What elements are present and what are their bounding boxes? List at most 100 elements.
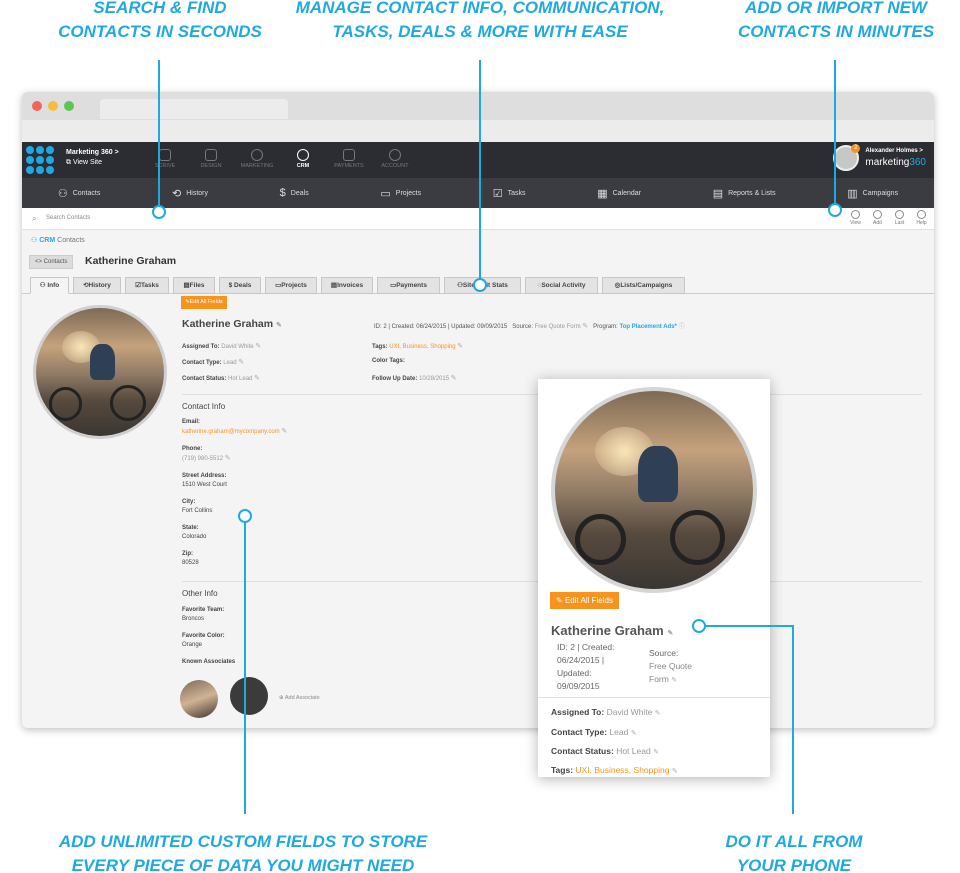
pencil-icon[interactable]: ✎ [457, 343, 463, 350]
email-value[interactable]: katherine.graham@mycompany.com [182, 429, 280, 435]
browser-tab[interactable] [100, 99, 288, 119]
tab-deals[interactable]: $ Deals [219, 277, 261, 294]
brand-wordmark: marketing360 [865, 157, 926, 168]
module-calendar[interactable]: ▦ Calendar [597, 187, 641, 200]
tab-social-activity[interactable]: ◌Social Activity [525, 277, 598, 294]
edit-all-fields-button[interactable]: ✎Edit All Fields [181, 296, 227, 309]
site-name: Marketing 360 > [66, 149, 119, 156]
search-input[interactable]: Search Contacts [46, 215, 90, 221]
campaign-icon: ▥ [847, 187, 858, 200]
profile-name: Katherine Graham ✎ [182, 318, 282, 330]
app-payments[interactable]: PAYMENTS [326, 146, 372, 169]
assigned-to-value[interactable]: David White [221, 344, 253, 350]
pencil-icon[interactable]: ✎ [667, 630, 673, 637]
add-button[interactable]: Add [871, 210, 884, 226]
callout-connector [158, 60, 160, 210]
tab-info[interactable]: ⚇ Info [30, 277, 69, 294]
plus-icon: ⊕ [279, 695, 284, 701]
other-info-heading: Other Info [182, 589, 218, 598]
pencil-icon[interactable]: ✎ [254, 375, 260, 382]
phone-value[interactable]: (719) 980-5512 [182, 456, 223, 462]
view-button[interactable]: View [849, 210, 862, 226]
user-avatar[interactable]: 2 [833, 144, 861, 171]
view-site-link[interactable]: View Site [73, 159, 102, 166]
associate-avatar[interactable] [230, 677, 268, 715]
notification-badge[interactable]: 2 [851, 144, 861, 153]
edit-all-fields-button-mobile[interactable]: ✎ Edit All Fields [550, 592, 619, 609]
contact-status-value[interactable]: Hot Lead [228, 376, 252, 382]
last-button[interactable]: Last [893, 210, 906, 226]
tab-history[interactable]: ⟲History [73, 277, 121, 294]
pencil-icon[interactable]: ✎ [255, 343, 261, 350]
callout-connector [834, 60, 836, 205]
user-menu[interactable]: 2 Alexander Holmes > marketing360 [833, 144, 926, 171]
add-icon [873, 210, 882, 219]
pencil-icon[interactable]: ✎ [451, 375, 457, 382]
app-scrive[interactable]: SCRIVE [142, 146, 188, 169]
associate-avatar[interactable] [180, 680, 218, 718]
user-name[interactable]: Alexander Holmes > [865, 148, 923, 154]
pencil-icon[interactable]: ✎ [672, 768, 678, 775]
callout-search: SEARCH & FIND CONTACTS IN SECONDS [44, 0, 276, 44]
program-value[interactable]: Top Placement Ads* [620, 324, 677, 330]
callout-connector [705, 625, 794, 627]
pencil-icon[interactable]: ✎ [671, 677, 677, 684]
module-reports[interactable]: ▤ Reports & Lists [713, 187, 776, 200]
follow-up-value[interactable]: 10/28/2015 [419, 376, 449, 382]
maximize-dot-icon[interactable] [64, 101, 74, 111]
back-to-contacts-button[interactable]: <> Contacts [29, 255, 74, 269]
info-icon[interactable]: ⓘ [679, 324, 685, 330]
search-icon[interactable]: ⌕ [32, 214, 36, 224]
site-switcher[interactable]: Marketing 360 > ⧉ View Site [66, 148, 119, 168]
tab-files[interactable]: ▤Files [173, 277, 215, 294]
app-account[interactable]: ACCOUNT [372, 146, 418, 169]
pencil-icon[interactable]: ✎ [281, 428, 287, 435]
contacts-icon: ⚇ [57, 187, 68, 200]
color-value[interactable]: Orange [182, 642, 202, 648]
tab-payments[interactable]: ▭Payments [377, 277, 440, 294]
state-value[interactable]: Colorado [182, 534, 206, 540]
design-icon [205, 149, 217, 161]
team-value[interactable]: Broncos [182, 616, 204, 622]
tab-tasks[interactable]: ☑Tasks [125, 277, 169, 294]
pencil-icon[interactable]: ✎ [631, 730, 637, 737]
app-marketing[interactable]: MARKETING [234, 146, 280, 169]
tab-lists-campaigns[interactable]: ◎Lists/Campaigns [602, 277, 685, 294]
assigned-to-field-mobile: Assigned To: David White ✎ [551, 707, 661, 717]
module-deals[interactable]: $ Deals [280, 187, 309, 199]
app-design[interactable]: DESIGN [188, 146, 234, 169]
app-crm[interactable]: CRM [280, 146, 326, 169]
callout-add-line1: ADD OR IMPORT NEW [745, 0, 927, 17]
pencil-icon[interactable]: ✎ [276, 322, 282, 329]
pen-icon [159, 149, 171, 161]
street-value[interactable]: 1510 West Court [182, 482, 227, 488]
callout-phone-line1: DO IT ALL FROM [725, 832, 863, 851]
tab-projects[interactable]: ▭Projects [265, 277, 317, 294]
pencil-icon[interactable]: ✎ [225, 455, 231, 462]
marketing360-logo[interactable] [26, 146, 54, 174]
pencil-icon[interactable]: ✎ [655, 710, 661, 717]
pencil-icon[interactable]: ✎ [582, 323, 588, 330]
pencil-icon: ✎ [556, 596, 563, 605]
module-projects[interactable]: ▭ Projects [380, 187, 421, 200]
tags-value[interactable]: UXI, Business, Shopping [389, 344, 455, 350]
module-history[interactable]: ⟲ History [172, 187, 208, 200]
view-icon [851, 210, 860, 219]
breadcrumb-crm[interactable]: CRM [39, 237, 55, 244]
contact-type-value[interactable]: Lead [223, 360, 236, 366]
help-button[interactable]: Help [915, 210, 928, 226]
contact-photo-mobile [551, 387, 757, 593]
breadcrumb-contacts[interactable]: Contacts [57, 237, 85, 244]
pencil-icon[interactable]: ✎ [653, 749, 659, 756]
module-tasks[interactable]: ☑ Tasks [493, 187, 526, 200]
zip-value[interactable]: 80528 [182, 560, 199, 566]
module-contacts[interactable]: ⚇ Contacts [58, 187, 101, 200]
minimize-dot-icon[interactable] [48, 101, 58, 111]
color-tags-field: Color Tags: [372, 358, 405, 364]
pencil-icon[interactable]: ✎ [238, 359, 244, 366]
add-associate-link[interactable]: ⊕ Add Associate [279, 695, 320, 701]
city-value[interactable]: Fort Collins [182, 508, 212, 514]
close-dot-icon[interactable] [32, 101, 42, 111]
module-campaigns[interactable]: ▥ Campaigns [847, 187, 898, 200]
tab-invoices[interactable]: ▤Invoices [321, 277, 373, 294]
